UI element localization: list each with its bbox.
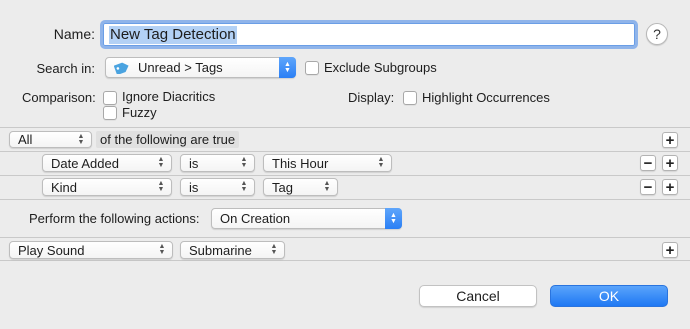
help-button[interactable]: ? (646, 23, 668, 45)
action-timing-value: On Creation (220, 211, 291, 226)
tag-icon (114, 62, 129, 74)
plus-icon: + (665, 178, 675, 196)
condition-operator-value: is (189, 155, 199, 171)
search-in-value: Unread > Tags (138, 60, 223, 75)
fuzzy-label: Fuzzy (122, 105, 157, 120)
action-param-popup[interactable]: Submarine ▲ ▼ (180, 241, 285, 259)
remove-condition-button[interactable]: − (640, 179, 656, 195)
condition-field-value: Date Added (51, 155, 119, 171)
add-condition-button[interactable]: + (662, 155, 678, 171)
remove-condition-button[interactable]: − (640, 155, 656, 171)
chevron-updown-icon: ▲ ▼ (77, 132, 85, 146)
action-timing-popup[interactable]: On Creation ▲ ▼ (211, 208, 402, 229)
condition-field-value: Kind (51, 179, 78, 195)
plus-icon: + (665, 131, 675, 149)
action-param-value: Submarine (189, 242, 252, 258)
condition-field-popup[interactable]: Date Added ▲ ▼ (42, 154, 172, 172)
chevron-updown-icon: ▲ ▼ (270, 243, 278, 256)
comparison-label: Comparison: (22, 90, 96, 105)
search-in-popup[interactable]: Unread > Tags ▲ ▼ (105, 57, 296, 78)
add-condition-button[interactable]: + (662, 179, 678, 195)
ignore-diacritics-checkbox[interactable] (103, 91, 117, 105)
chevron-updown-icon: ▲ ▼ (157, 180, 165, 193)
chevron-updown-icon: ▲ ▼ (279, 57, 296, 78)
condition-value-popup[interactable]: Tag ▲ ▼ (263, 178, 338, 196)
chevron-updown-icon: ▲ ▼ (323, 180, 331, 193)
display-label: Display: (348, 90, 395, 105)
condition-operator-popup[interactable]: is ▲ ▼ (180, 154, 255, 172)
divider (0, 199, 690, 200)
condition-field-popup[interactable]: Kind ▲ ▼ (42, 178, 172, 196)
match-mode-value: All (18, 132, 33, 147)
fuzzy-checkbox[interactable] (103, 106, 117, 120)
ok-button[interactable]: OK (550, 285, 668, 307)
highlight-occurrences-label: Highlight Occurrences (422, 90, 550, 105)
name-label: Name: (53, 26, 95, 42)
name-value: New Tag Detection (109, 25, 237, 44)
chevron-updown-icon: ▲ ▼ (158, 243, 166, 256)
minus-icon: − (643, 178, 653, 196)
exclude-subgroups-label: Exclude Subgroups (324, 60, 437, 75)
chevron-updown-icon: ▲ ▼ (240, 180, 248, 193)
name-field[interactable]: New Tag Detection (100, 20, 638, 49)
help-icon: ? (653, 26, 661, 42)
chevron-updown-icon: ▲ ▼ (377, 156, 385, 169)
action-type-value: Play Sound (18, 242, 85, 258)
condition-value-popup[interactable]: This Hour ▲ ▼ (263, 154, 392, 172)
perform-actions-label: Perform the following actions: (29, 211, 200, 226)
match-suffix: of the following are true (96, 131, 240, 148)
chevron-updown-icon: ▲ ▼ (157, 156, 165, 169)
ignore-diacritics-label: Ignore Diacritics (122, 89, 216, 104)
condition-value-value: This Hour (272, 155, 329, 171)
action-type-popup[interactable]: Play Sound ▲ ▼ (9, 241, 173, 259)
condition-operator-popup[interactable]: is ▲ ▼ (180, 178, 255, 196)
minus-icon: − (643, 154, 653, 172)
condition-operator-value: is (189, 179, 199, 195)
cancel-button[interactable]: Cancel (419, 285, 537, 307)
match-mode-popup[interactable]: All ▲ ▼ (9, 131, 92, 148)
add-action-button[interactable]: + (662, 242, 678, 258)
plus-icon: + (665, 241, 675, 259)
add-condition-button[interactable]: + (662, 132, 678, 148)
highlight-occurrences-checkbox[interactable] (403, 91, 417, 105)
condition-value-value: Tag (272, 179, 293, 195)
chevron-updown-icon: ▲ ▼ (240, 156, 248, 169)
search-in-label: Search in: (36, 61, 95, 76)
plus-icon: + (665, 154, 675, 172)
exclude-subgroups-checkbox[interactable] (305, 61, 319, 75)
chevron-updown-icon: ▲ ▼ (385, 208, 402, 229)
